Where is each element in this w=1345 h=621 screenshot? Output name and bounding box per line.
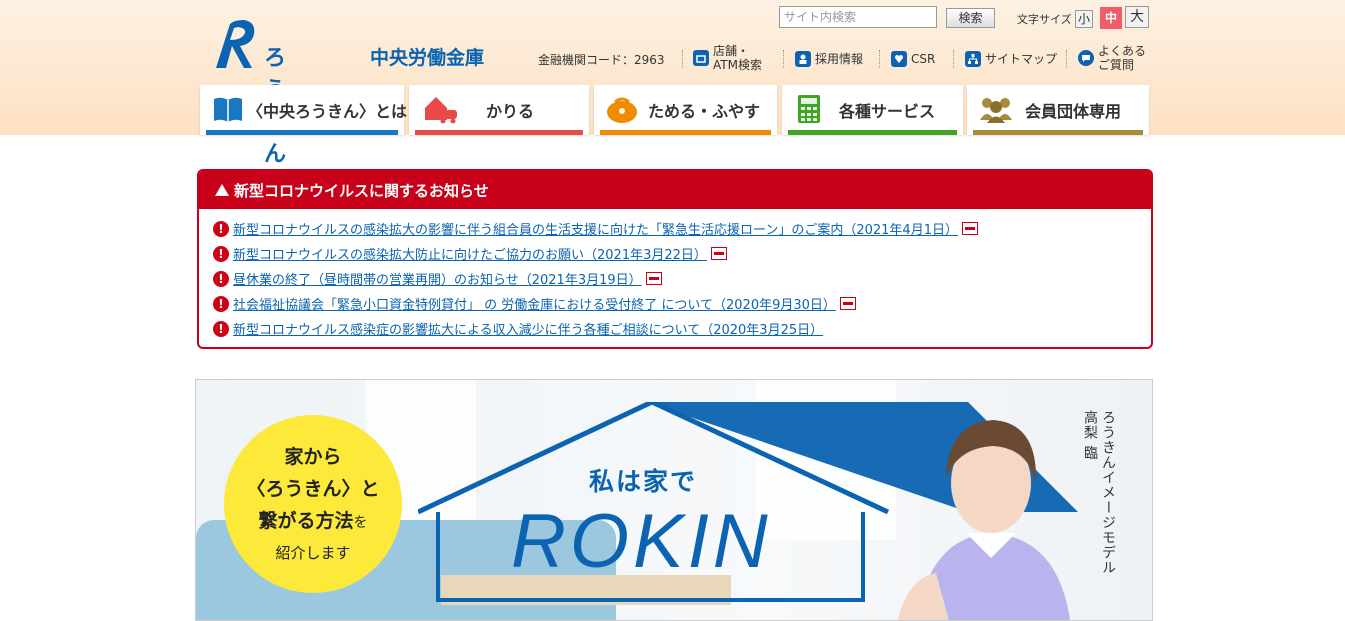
pdf-icon <box>645 272 662 285</box>
banner-tagline: 私は家で <box>589 467 698 496</box>
font-size-label: 文字サイズ <box>1017 13 1072 26</box>
sitemap-icon <box>965 51 981 67</box>
divider <box>783 50 785 68</box>
pdf-icon <box>710 247 727 260</box>
logo-r-mark <box>216 20 255 68</box>
divider <box>682 50 684 68</box>
book-icon <box>214 97 242 122</box>
house-car-icon <box>425 97 457 124</box>
notice-link[interactable]: 新型コロナウイルスの感染拡大の影響に伴う組合員の生活支援に向けた「緊急生活応援ロ… <box>233 219 958 238</box>
divider <box>879 50 881 68</box>
site-header: ろうきん 中央労働金庫 金融機関コード：2963 店舗・ATM検索 採用情報 C… <box>0 0 1345 167</box>
nav-tab-underline <box>600 130 771 135</box>
covid-notice-box: 新型コロナウイルスに関するお知らせ ! 新型コロナウイルスの感染拡大の影響に伴う… <box>197 169 1153 349</box>
exclamation-icon: ! <box>213 320 229 337</box>
font-size-small-button[interactable]: 小 <box>1075 10 1093 28</box>
notice-header: 新型コロナウイルスに関するお知らせ <box>199 171 1151 209</box>
exclamation-icon: ! <box>213 270 229 287</box>
font-size-large-button[interactable]: 大 <box>1125 6 1149 28</box>
promo-line-3-suffix: を <box>353 515 368 531</box>
nav-tab-label: かりる <box>486 102 535 121</box>
nav-tab-underline <box>415 130 583 135</box>
promo-line-1: 家から <box>284 446 342 468</box>
promo-line-3-main: 繋がる方法 <box>258 510 354 532</box>
model-name: 高梨 臨 <box>1082 410 1098 461</box>
nav-tab-save[interactable]: ためる・ふやす <box>594 85 777 135</box>
notice-link[interactable]: 社会福祉協議会「緊急小口資金特例貸付」 の 労働金庫における受付終了 について（… <box>233 294 836 313</box>
calculator-icon <box>798 95 820 123</box>
nav-tab-services[interactable]: 各種サービス <box>782 85 963 135</box>
banner-brand: ROKIN <box>511 499 772 584</box>
institution-code: 金融機関コード：2963 <box>538 53 665 67</box>
model-caption: ろうきんイメージモデル <box>1100 410 1116 575</box>
store-icon <box>693 50 709 66</box>
divider <box>1066 50 1068 68</box>
nav-tab-underline <box>206 130 398 135</box>
nav-tab-label: 各種サービス <box>839 102 936 121</box>
notice-link[interactable]: 昼休業の終了（昼時間帯の営業再開）のお知らせ（2021年3月19日） <box>233 269 642 288</box>
util-link-label: 採用情報 <box>815 52 864 66</box>
exclamation-icon: ! <box>213 295 229 312</box>
promo-line-4: 紹介します <box>275 544 351 562</box>
exclamation-icon: ! <box>213 220 229 237</box>
pdf-icon <box>961 222 978 235</box>
nav-tab-borrow[interactable]: かりる <box>409 85 589 135</box>
util-link-label: よくあるご質問 <box>1098 44 1147 72</box>
util-link-csr[interactable]: CSR <box>891 51 935 67</box>
nav-tab-underline <box>973 130 1143 135</box>
promo-line-2: 〈ろうきん〉と <box>246 478 380 500</box>
nav-tab-label: 会員団体専用 <box>1025 102 1122 121</box>
util-link-store[interactable]: 店舗・ATM検索 <box>693 44 773 72</box>
util-link-label: CSR <box>911 52 936 66</box>
notice-list: ! 新型コロナウイルスの感染拡大の影響に伴う組合員の生活支援に向けた「緊急生活応… <box>199 209 1151 341</box>
search-button[interactable]: 検索 <box>946 8 995 28</box>
notice-item: ! 新型コロナウイルス感染症の影響拡大による収入減少に伴う各種ご相談について（2… <box>213 316 1151 341</box>
nav-tab-about[interactable]: 〈中央ろうきん〉とは <box>200 85 408 135</box>
wallet-icon <box>607 97 637 123</box>
util-link-recruit[interactable]: 採用情報 <box>795 51 863 67</box>
util-link-label: サイトマップ <box>985 52 1058 66</box>
notice-title: 新型コロナウイルスに関するお知らせ <box>234 181 489 200</box>
group-icon <box>980 98 1012 123</box>
person-icon <box>795 51 811 67</box>
notice-item: ! 昼休業の終了（昼時間帯の営業再開）のお知らせ（2021年3月19日） <box>213 266 1151 291</box>
notice-link[interactable]: 新型コロナウイルスの感染拡大防止に向けたご協力のお願い（2021年3月22日） <box>233 244 707 263</box>
nav-tab-underline <box>788 130 957 135</box>
heart-icon <box>891 51 907 67</box>
warning-icon <box>215 184 229 196</box>
nav-tab-members[interactable]: 会員団体専用 <box>967 85 1149 135</box>
font-size-medium-button[interactable]: 中 <box>1100 7 1122 29</box>
util-link-sitemap[interactable]: サイトマップ <box>965 51 1057 67</box>
exclamation-icon: ! <box>213 245 229 262</box>
notice-item: ! 新型コロナウイルスの感染拡大の影響に伴う組合員の生活支援に向けた「緊急生活応… <box>213 216 1151 241</box>
util-link-label: 店舗・ATM検索 <box>713 44 762 72</box>
chat-icon <box>1078 50 1094 66</box>
nav-tab-label: ためる・ふやす <box>648 102 761 121</box>
bank-name: 中央労働金庫 <box>370 47 485 69</box>
notice-link[interactable]: 新型コロナウイルス感染症の影響拡大による収入減少に伴う各種ご相談について（202… <box>233 319 823 338</box>
notice-item: ! 新型コロナウイルスの感染拡大防止に向けたご協力のお願い（2021年3月22日… <box>213 241 1151 266</box>
util-link-faq[interactable]: よくあるご質問 <box>1078 44 1148 72</box>
hero-banner[interactable]: 家から 〈ろうきん〉と 繋がる方法を 紹介します 私は家で ROKIN ろうきん… <box>195 379 1153 621</box>
promo-line-3: 繋がる方法を <box>258 505 367 539</box>
promo-circle: 家から 〈ろうきん〉と 繋がる方法を 紹介します <box>224 415 402 593</box>
nav-tab-label: 〈中央ろうきん〉とは <box>247 102 408 121</box>
pdf-icon <box>839 297 856 310</box>
search-input[interactable]: サイト内検索 <box>779 6 937 28</box>
divider <box>953 50 955 68</box>
model-photo <box>897 420 1070 620</box>
notice-item: ! 社会福祉協議会「緊急小口資金特例貸付」 の 労働金庫における受付終了 につい… <box>213 291 1151 316</box>
